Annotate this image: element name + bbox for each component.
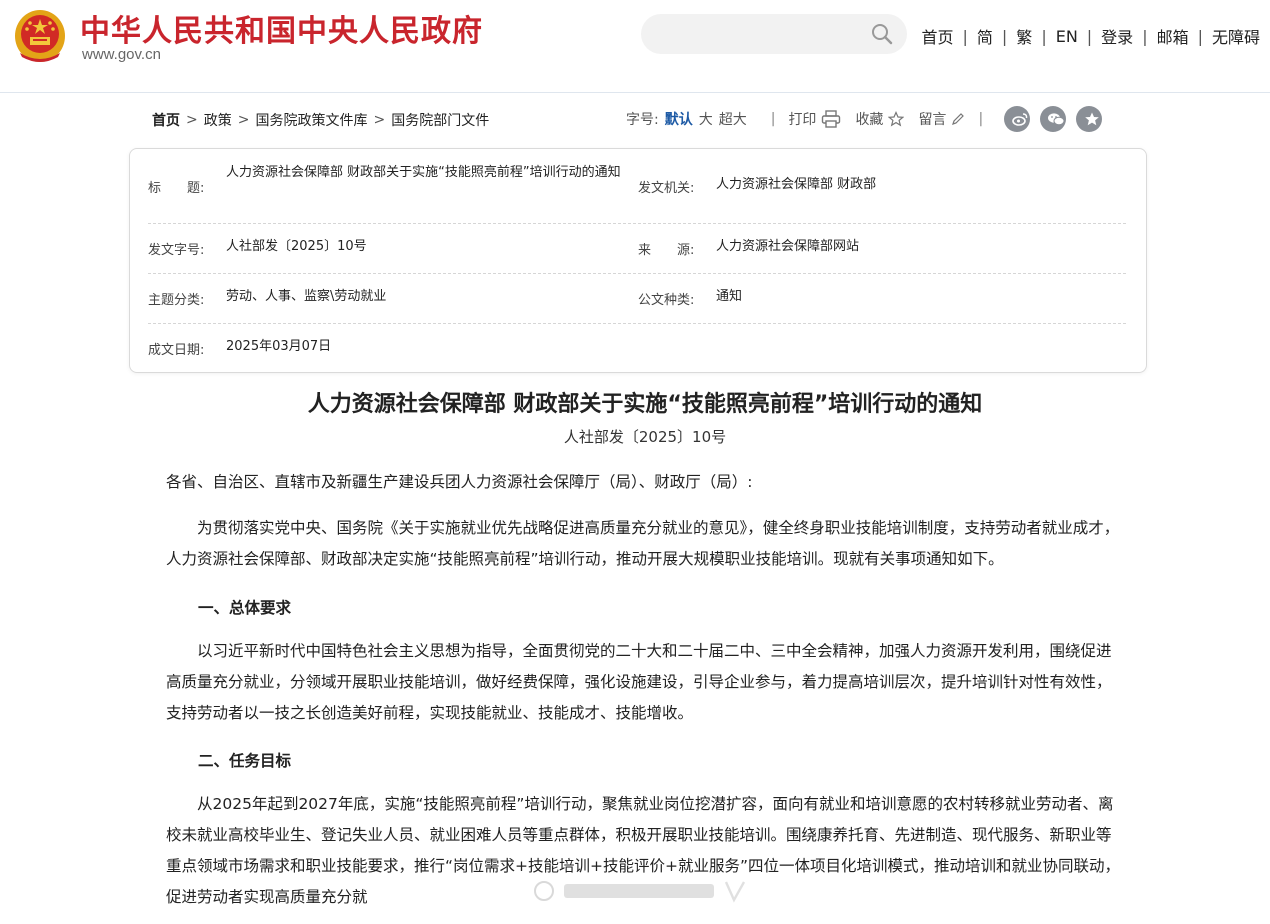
site-header: 中华人民共和国中央人民政府 www.gov.cn 首页 | 简 | 繁 | EN…: [0, 0, 1270, 93]
topic-label: 主题分类:: [148, 293, 205, 308]
topic-value: 劳动、人事、监察\劳动就业: [226, 289, 387, 304]
breadcrumb-separator: >: [237, 112, 250, 128]
print-label: 打印: [788, 112, 817, 128]
font-size-xlarge[interactable]: 超大: [719, 109, 747, 129]
article-title: 人力资源社会保障部 财政部关于实施“技能照亮前程”培训行动的通知: [307, 392, 983, 417]
title-value: 人力资源社会保障部 财政部关于实施“技能照亮前程”培训行动的通知: [226, 165, 621, 180]
print-button[interactable]: 打印: [788, 109, 841, 129]
section1-heading: 一、总体要求: [198, 599, 292, 617]
font-size-label: 字号:: [626, 112, 659, 128]
search-icon[interactable]: [871, 23, 893, 45]
nav-traditional-link[interactable]: 繁: [1016, 24, 1032, 48]
title-label: 标 题:: [148, 181, 205, 196]
nav-english-link[interactable]: EN: [1056, 27, 1078, 46]
font-size-large[interactable]: 大: [699, 109, 713, 129]
nav-home-link[interactable]: 首页: [921, 24, 953, 48]
watermark-logo: [524, 876, 756, 906]
nav-simplified-link[interactable]: 简: [977, 24, 993, 48]
nav-separator: |: [962, 26, 968, 46]
national-emblem-icon[interactable]: [14, 9, 66, 63]
source-label: 来 源:: [638, 243, 695, 258]
printer-icon: [822, 110, 841, 128]
issuer-value: 人力资源社会保障部 财政部: [716, 177, 877, 192]
comment-label: 留言: [918, 112, 947, 128]
issuer-label: 发文机关:: [638, 181, 695, 196]
search-box[interactable]: [641, 14, 907, 54]
search-input[interactable]: [657, 22, 861, 48]
breadcrumb-separator: >: [186, 112, 198, 128]
wechat-icon[interactable]: [1040, 106, 1067, 132]
info-row-title: 标 题: 人力资源社会保障部 财政部关于实施“技能照亮前程”培训行动的通知 发文…: [148, 157, 1126, 224]
toolbar-divider: |: [770, 111, 776, 127]
site-url[interactable]: www.gov.cn: [82, 46, 161, 63]
favorite-button[interactable]: 收藏: [855, 109, 905, 129]
breadcrumb-policy[interactable]: 政策: [204, 110, 232, 130]
weibo-icon[interactable]: [1004, 106, 1031, 132]
article-toolbar: 字号: 默认 大 超大 | 打印 收藏 留言 |: [626, 106, 1103, 132]
date-label: 成文日期:: [148, 343, 205, 358]
docno-value: 人社部发〔2025〕10号: [226, 239, 367, 254]
favorite-label: 收藏: [855, 112, 884, 128]
info-row-docno: 发文字号: 人社部发〔2025〕10号 来 源: 人力资源社会保障部网站: [148, 223, 1126, 274]
breadcrumb-policy-library[interactable]: 国务院政策文件库: [255, 110, 367, 130]
site-title[interactable]: 中华人民共和国中央人民政府: [80, 6, 483, 50]
breadcrumb-separator: >: [373, 112, 386, 128]
top-nav: 首页 | 简 | 繁 | EN | 登录 | 邮箱 | 无障碍: [921, 24, 1260, 48]
info-row-topic: 主题分类: 劳动、人事、监察\劳动就业 公文种类: 通知: [148, 273, 1126, 324]
font-size-default[interactable]: 默认: [665, 109, 693, 129]
star-share-icon[interactable]: [1076, 106, 1103, 132]
info-row-date: 成文日期: 2025年03月07日: [148, 323, 1126, 369]
breadcrumb: 首页 > 政策 > 国务院政策文件库 > 国务院部门文件: [152, 110, 489, 130]
type-value: 通知: [716, 289, 743, 304]
article-salutation: 各省、自治区、直辖市及新疆生产建设兵团人力资源社会保障厅（局）、财政厅（局）:: [166, 473, 753, 491]
nav-separator: |: [1197, 26, 1203, 46]
nav-mail-link[interactable]: 邮箱: [1157, 24, 1189, 48]
nav-separator: |: [1001, 26, 1008, 46]
article-doc-number: 人社部发〔2025〕10号: [563, 428, 727, 446]
section1-text: 以习近平新时代中国特色社会主义思想为指导，全面贯彻党的二十大和二十届二中、三中全…: [166, 642, 1112, 722]
toolbar-divider: |: [978, 111, 984, 127]
breadcrumb-department-docs[interactable]: 国务院部门文件: [391, 110, 489, 130]
document-info-box: 标 题: 人力资源社会保障部 财政部关于实施“技能照亮前程”培训行动的通知 发文…: [129, 148, 1147, 373]
section2-heading: 二、任务目标: [198, 752, 292, 770]
docno-label: 发文字号:: [148, 243, 205, 258]
breadcrumb-home[interactable]: 首页: [152, 110, 180, 130]
type-label: 公文种类:: [638, 293, 695, 308]
pencil-icon: [952, 113, 965, 125]
article-intro: 为贯彻落实党中央、国务院《关于实施就业优先战略促进高质量充分就业的意见》，健全终…: [166, 519, 1120, 568]
date-value: 2025年03月07日: [226, 339, 332, 354]
nav-login-link[interactable]: 登录: [1101, 24, 1133, 48]
source-value: 人力资源社会保障部网站: [716, 239, 860, 254]
nav-accessibility-link[interactable]: 无障碍: [1212, 24, 1260, 48]
star-icon: [888, 111, 905, 127]
comment-button[interactable]: 留言: [918, 109, 965, 129]
nav-separator: |: [1086, 26, 1093, 46]
nav-separator: |: [1041, 26, 1047, 46]
nav-separator: |: [1142, 26, 1148, 46]
